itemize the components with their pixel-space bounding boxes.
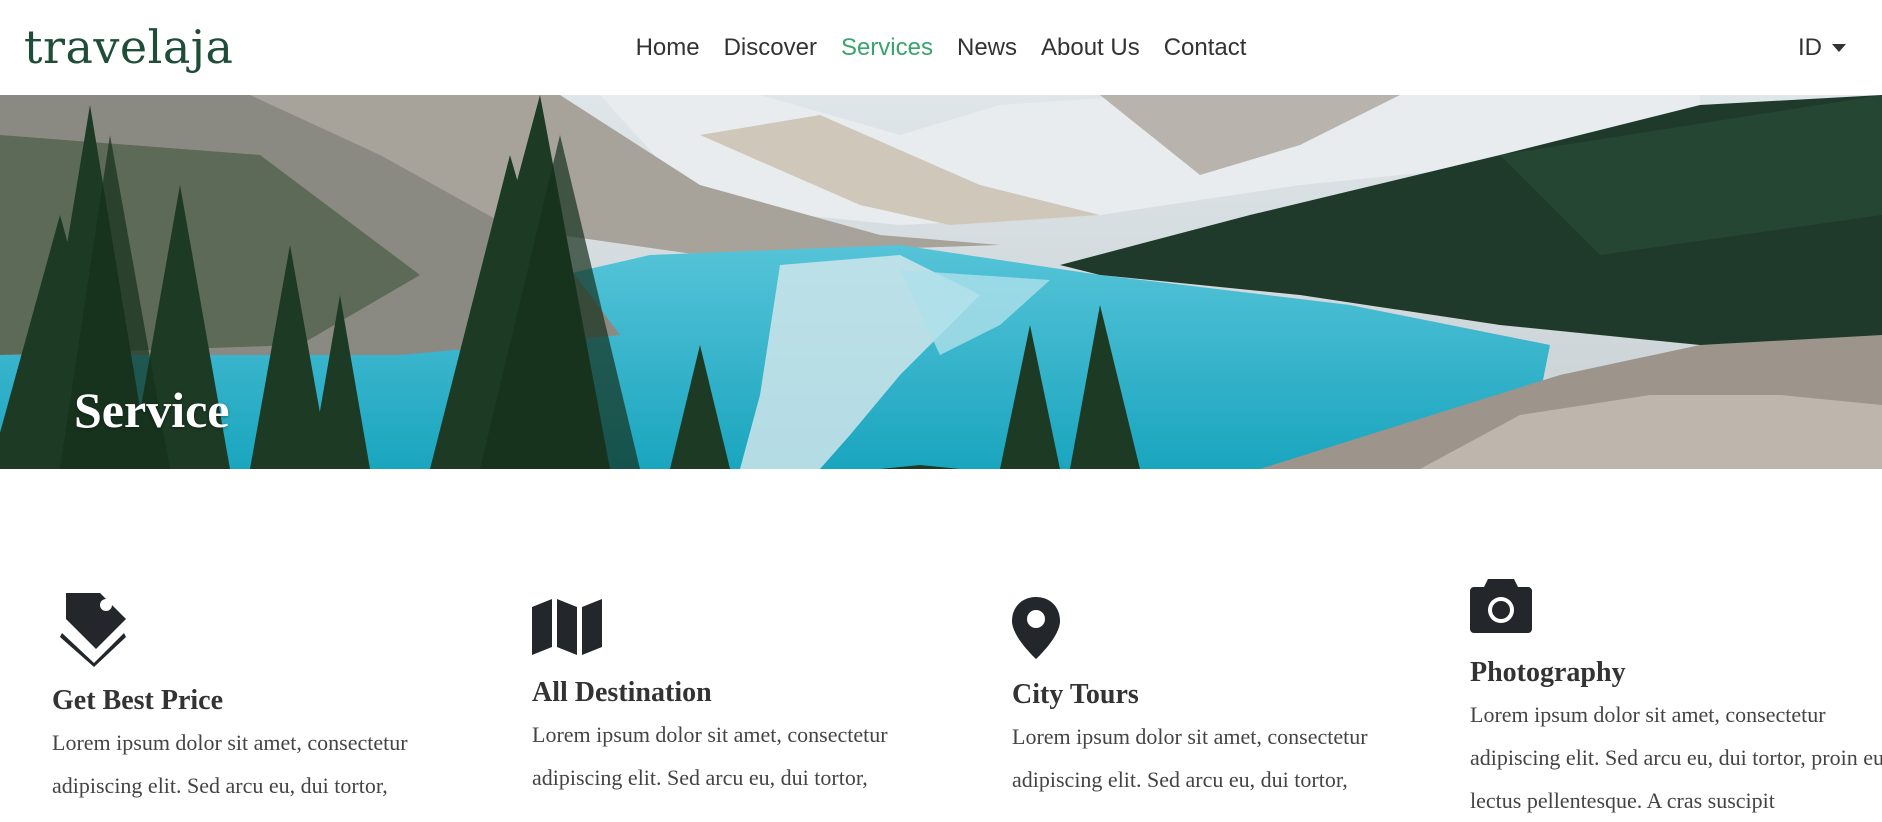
service-description: Lorem ipsum dolor sit amet, consectetur … — [532, 722, 888, 790]
camera-icon — [1470, 579, 1532, 633]
main-nav: Home Discover Services News About Us Con… — [0, 30, 1882, 66]
nav-link-contact[interactable]: Contact — [1152, 30, 1259, 66]
nav-link-about-us[interactable]: About Us — [1029, 30, 1152, 66]
map-icon — [532, 599, 602, 655]
navbar: travelaja Home Discover Services News Ab… — [0, 0, 1882, 95]
service-description: Lorem ipsum dolor sit amet, consectetur … — [1470, 702, 1882, 813]
hero-landscape-image — [0, 95, 1882, 469]
services-section: Get Best Price Lorem ipsum dolor sit ame… — [0, 469, 1882, 813]
service-title: All Destination — [532, 677, 712, 708]
service-card-all-destination: All Destination Lorem ipsum dolor sit am… — [532, 469, 952, 799]
service-title: City Tours — [1012, 679, 1139, 710]
map-pin-icon — [1012, 597, 1060, 659]
nav-link-news[interactable]: News — [945, 30, 1029, 66]
service-card-photography: Photography Lorem ipsum dolor sit amet, … — [1470, 469, 1882, 822]
service-card-city-tours: City Tours Lorem ipsum dolor sit amet, c… — [1012, 469, 1432, 801]
service-title: Photography — [1470, 657, 1626, 688]
nav-link-home[interactable]: Home — [624, 30, 712, 66]
language-dropdown[interactable]: ID — [1798, 30, 1846, 66]
nav-link-discover[interactable]: Discover — [712, 30, 829, 66]
nav-link-services[interactable]: Services — [829, 30, 945, 66]
hero-title: Service — [74, 382, 230, 438]
service-description: Lorem ipsum dolor sit amet, consectetur … — [1012, 724, 1368, 792]
chevron-down-icon — [1832, 44, 1846, 52]
service-description: Lorem ipsum dolor sit amet, consectetur … — [52, 730, 408, 798]
service-card-best-price: Get Best Price Lorem ipsum dolor sit ame… — [52, 469, 472, 807]
service-title: Get Best Price — [52, 685, 224, 716]
hero-banner: Service — [0, 95, 1882, 469]
price-tags-icon — [60, 593, 126, 667]
language-label: ID — [1798, 34, 1822, 61]
